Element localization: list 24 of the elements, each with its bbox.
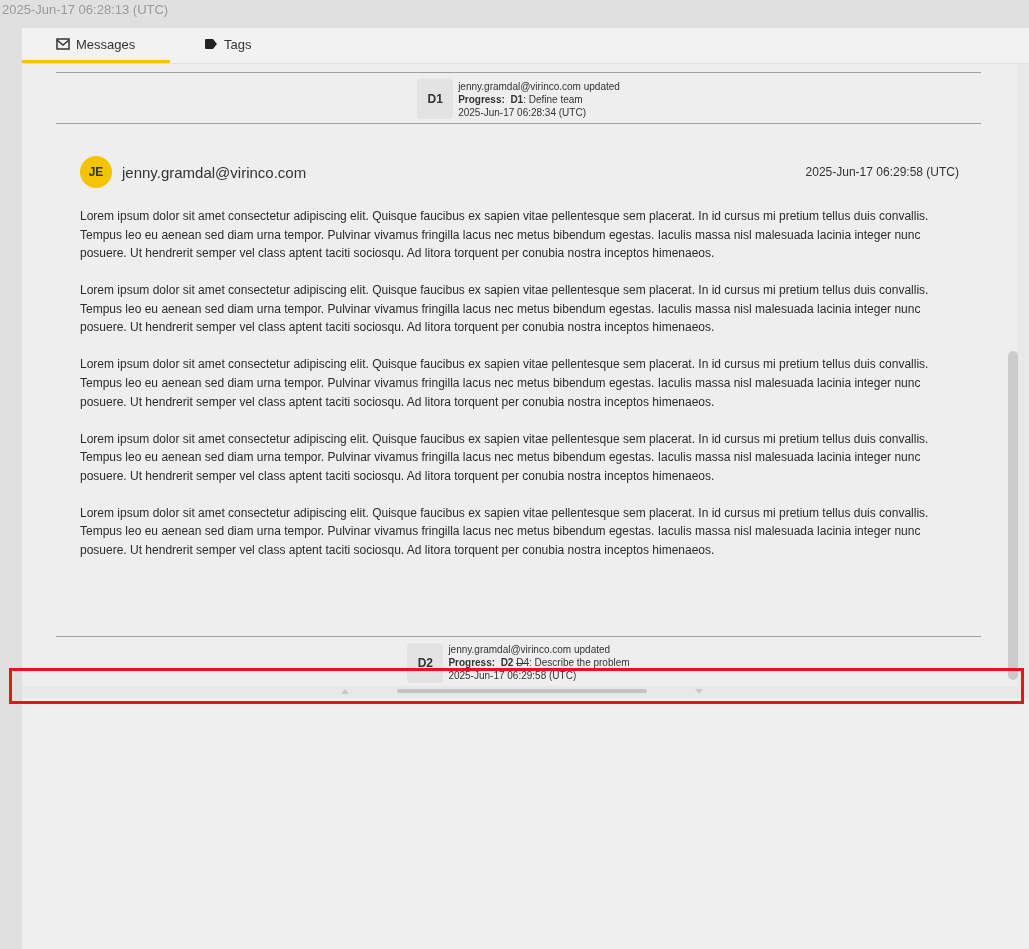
scroll-right-arrow-icon[interactable] <box>695 689 703 694</box>
message-timestamp: 2025-Jun-17 06:29:58 (UTC) <box>805 165 959 179</box>
vertical-scrollbar-thumb[interactable] <box>1008 351 1018 680</box>
message-paragraph: Lorem ipsum dolor sit amet consectetur adipiscing elit. Quisque faucibus ex sapien vitae pellentesque sem placerat. In id cursus mi pretium tellus duis convallis. Tempus leo eu aenean sed diam urna tempor. Pulvinar vivamus fringilla lacus nec metus bibendum egestas. Iaculis massa nisl malesuada lacinia integer nunc posuere. Ut hendrerit semper vel class aptent taciti sociosqu. Ad litora torquent per conubia nostra inceptos himenaeos. <box>80 356 930 411</box>
header-timestamp: 2025-Jun-17 06:28:13 (UTC) <box>2 3 169 17</box>
event-change: Progress: D1: Define team <box>458 92 584 106</box>
avatar: JE <box>80 156 112 188</box>
event-timestamp: 2025-Jun-17 06:28:34 (UTC) <box>458 105 587 119</box>
tag-icon <box>204 38 218 50</box>
event-change: Progress: D2 D4: Describe the problem <box>448 656 630 670</box>
step-badge: D1 <box>417 79 454 119</box>
step-badge: D2 <box>407 642 444 683</box>
message-paragraph: Lorem ipsum dolor sit amet consectetur adipiscing elit. Quisque faucibus ex sapien vitae pellentesque sem placerat. In id cursus mi pretium tellus duis convallis. Tempus leo eu aenean sed diam urna tempor. Pulvinar vivamus fringilla lacus nec metus bibendum egestas. Iaculis massa nisl malesuada lacinia integer nunc posuere. Ut hendrerit semper vel class aptent taciti sociosqu. Ad litora torquent per conubia nostra inceptos himenaeos. <box>80 208 930 263</box>
message-paragraph: Lorem ipsum dolor sit amet consectetur adipiscing elit. Quisque faucibus ex sapien vitae pellentesque sem placerat. In id cursus mi pretium tellus duis convallis. Tempus leo eu aenean sed diam urna tempor. Pulvinar vivamus fringilla lacus nec metus bibendum egestas. Iaculis massa nisl malesuada lacinia integer nunc posuere. Ut hendrerit semper vel class aptent taciti sociosqu. Ad litora torquent per conubia nostra inceptos himenaeos. <box>80 282 930 337</box>
horizontal-scrollbar-thumb[interactable] <box>397 689 647 693</box>
event-author: jenny.gramdal@virinco.com updated <box>448 643 612 657</box>
message-paragraph: Lorem ipsum dolor sit amet consectetur adipiscing elit. Quisque faucibus ex sapien vitae pellentesque sem placerat. In id cursus mi pretium tellus duis convallis. Tempus leo eu aenean sed diam urna tempor. Pulvinar vivamus fringilla lacus nec metus bibendum egestas. Iaculis massa nisl malesuada lacinia integer nunc posuere. Ut hendrerit semper vel class aptent taciti sociosqu. Ad litora torquent per conubia nostra inceptos himenaeos. <box>80 504 930 559</box>
tab[interactable]: Tags <box>170 28 318 63</box>
event-timestamp: 2025-Jun-17 06:29:58 (UTC) <box>448 669 578 683</box>
event-author: jenny.gramdal@virinco.com updated <box>458 79 620 93</box>
envelope-icon <box>56 38 70 50</box>
author-name: jenny.gramdal@virinco.com <box>122 163 308 181</box>
message-paragraph: Lorem ipsum dolor sit amet consectetur adipiscing elit. Quisque faucibus ex sapien vitae pellentesque sem placerat. In id cursus mi pretium tellus duis convallis. Tempus leo eu aenean sed diam urna tempor. Pulvinar vivamus fringilla lacus nec metus bibendum egestas. Iaculis massa nisl malesuada lacinia integer nunc posuere. Ut hendrerit semper vel class aptent taciti sociosqu. Ad litora torquent per conubia nostra inceptos himenaeos. <box>80 430 930 485</box>
scroll-left-arrow-icon[interactable] <box>341 689 349 694</box>
